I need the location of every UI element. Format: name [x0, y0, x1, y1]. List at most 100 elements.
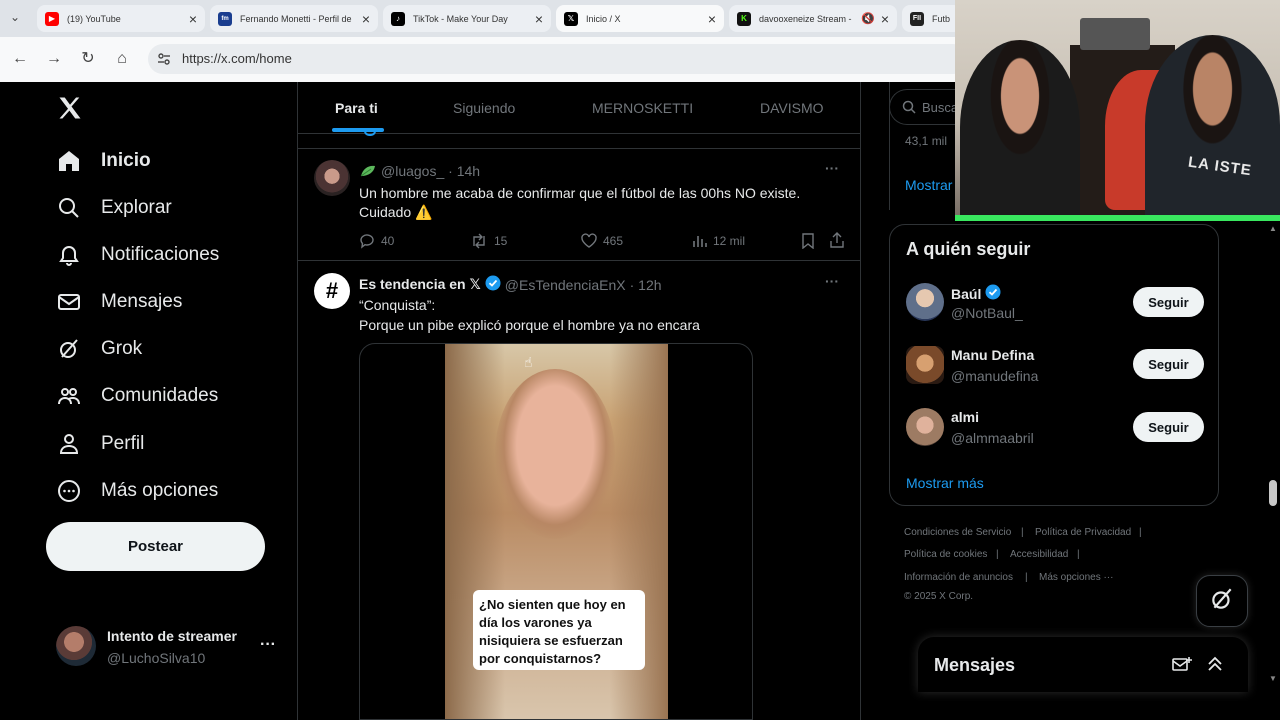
post-text: “Conquista”: Porque un pibe explicó porq… — [359, 295, 700, 335]
tab-davismo[interactable]: DAVISMO — [760, 100, 824, 116]
footer-separator: | — [1139, 527, 1142, 538]
close-tab-icon[interactable]: × — [708, 11, 716, 27]
browser-tab-fm[interactable]: fm Fernando Monetti - Perfil de × — [210, 5, 378, 32]
divider — [298, 148, 860, 149]
avatar[interactable] — [906, 408, 944, 446]
post-time[interactable]: · 12h — [630, 277, 662, 293]
show-more-link[interactable]: Mostrar más — [906, 475, 984, 491]
muted-speaker-icon[interactable]: 🔇 — [861, 12, 875, 25]
browser-tab-futbol[interactable]: FII Futb — [902, 5, 962, 32]
reload-icon[interactable]: ↻ — [78, 49, 98, 69]
sidebar-item-mas-opciones[interactable]: Más opciones — [56, 474, 218, 508]
suggested-user-name[interactable]: almi — [951, 409, 979, 425]
messages-drawer[interactable]: Mensajes — [918, 637, 1248, 692]
home-icon — [56, 148, 82, 174]
reply-button[interactable]: 40 — [359, 233, 394, 249]
browser-tab-kick[interactable]: K davooxeneize Stream - 🔇 × — [729, 5, 897, 32]
video-frame: ¿No sienten que hoy en día los varones y… — [445, 344, 668, 719]
share-icon[interactable] — [829, 232, 845, 253]
scroll-up-icon[interactable]: ▲ — [1269, 224, 1277, 233]
bookmark-icon[interactable] — [801, 233, 815, 254]
footer-separator: | — [1077, 549, 1080, 560]
account-more-icon[interactable]: ··· — [260, 636, 276, 654]
follow-button[interactable]: Seguir — [1133, 412, 1204, 442]
views-button[interactable]: 12 mil — [691, 233, 745, 249]
who-to-follow-card: A quién seguir Baúl @NotBaul_ Seguir Man… — [889, 224, 1219, 506]
close-tab-icon[interactable]: × — [535, 11, 543, 27]
tab-para-ti[interactable]: Para ti — [335, 100, 378, 116]
footer-link[interactable]: Política de Privacidad — [1035, 527, 1131, 538]
tiktok-icon: ♪ — [391, 11, 405, 26]
x-icon: 𝕏 — [564, 11, 578, 26]
grok-floating-button[interactable] — [1196, 575, 1248, 627]
avatar[interactable] — [906, 283, 944, 321]
x-logo-icon[interactable] — [56, 94, 84, 122]
scroll-down-icon[interactable]: ▼ — [1269, 674, 1277, 683]
url-text[interactable]: https://x.com/home — [182, 51, 292, 66]
post-author[interactable]: Es tendencia en 𝕏 — [359, 276, 481, 293]
post-handle[interactable]: @luagos_ — [381, 163, 444, 179]
close-tab-icon[interactable]: × — [362, 11, 370, 27]
post-more-icon[interactable]: ··· — [825, 160, 839, 176]
messages-title: Mensajes — [934, 655, 1016, 675]
post-button[interactable]: Postear — [46, 522, 265, 571]
post-header: @luagos_ · 14h — [381, 163, 480, 179]
browser-tab-x[interactable]: 𝕏 Inicio / X × — [556, 5, 724, 32]
footer-link[interactable]: Política de cookies — [904, 549, 987, 560]
sidebar-item-mensajes[interactable]: Mensajes — [56, 285, 182, 319]
sidebar-item-grok[interactable]: Grok — [56, 332, 142, 366]
repost-button[interactable]: 15 — [470, 233, 507, 249]
sidebar-item-comunidades[interactable]: Comunidades — [56, 379, 218, 413]
suggested-user-name[interactable]: Manu Defina — [951, 347, 1034, 363]
post-handle[interactable]: @EsTendenciaEnX — [505, 277, 626, 293]
post-more-icon[interactable]: ··· — [825, 273, 839, 289]
avatar[interactable]: # — [314, 273, 350, 309]
tab-siguiendo[interactable]: Siguiendo — [453, 100, 515, 116]
close-tab-icon[interactable]: × — [189, 11, 197, 27]
footer-link[interactable]: Más opciones ··· — [1039, 572, 1113, 583]
post-video[interactable]: ¿No sienten que hoy en día los varones y… — [359, 343, 753, 720]
home-browser-icon[interactable]: ⌂ — [112, 49, 132, 69]
sidebar-item-perfil[interactable]: Perfil — [56, 427, 144, 461]
sidebar-item-explorar[interactable]: Explorar — [56, 191, 172, 225]
scrollbar-thumb[interactable] — [1269, 480, 1277, 506]
person-left-shape — [960, 40, 1080, 215]
tab-mernosketti[interactable]: MERNOSKETTI — [592, 100, 693, 116]
footer-link[interactable]: Información de anuncios — [904, 572, 1013, 583]
forward-arrow-icon[interactable]: → — [44, 49, 64, 69]
sidebar-item-inicio[interactable]: Inicio — [56, 144, 151, 178]
video-caption: ¿No sienten que hoy en día los varones y… — [473, 590, 645, 670]
bell-icon — [56, 242, 82, 268]
browser-tab-tiktok[interactable]: ♪ TikTok - Make Your Day × — [383, 5, 551, 32]
suggested-user-handle: @manudefina — [951, 368, 1039, 384]
suggested-user-name[interactable]: Baúl — [951, 284, 1001, 303]
kick-icon: K — [737, 11, 751, 26]
close-tab-icon[interactable]: × — [881, 11, 889, 27]
post-time[interactable]: · 14h — [448, 163, 480, 179]
user-name: Baúl — [951, 285, 982, 302]
footer-link[interactable]: Accesibilidad — [1010, 549, 1068, 560]
avatar[interactable] — [314, 160, 350, 196]
hashtag-icon: # — [325, 278, 339, 303]
browser-tab-youtube[interactable]: ▶ (19) YouTube × — [37, 5, 205, 32]
account-switcher[interactable] — [56, 626, 96, 666]
person-right-shape — [1145, 35, 1280, 215]
reply-icon — [364, 132, 376, 136]
site-settings-icon[interactable] — [157, 52, 171, 66]
avatar[interactable] — [906, 346, 944, 384]
back-arrow-icon[interactable]: ← — [10, 49, 30, 69]
like-button[interactable]: 465 — [581, 233, 623, 249]
footer-link[interactable]: Condiciones de Servicio — [904, 527, 1011, 538]
post-text-line: Cuidado ⚠️ — [359, 204, 433, 220]
new-message-icon[interactable] — [1172, 656, 1192, 679]
page-scrollbar[interactable]: ▲ ▼ — [1266, 224, 1280, 688]
account-name: Intento de streamer — [107, 628, 237, 644]
footer-separator: | — [1025, 572, 1028, 583]
follow-button[interactable]: Seguir — [1133, 349, 1204, 379]
sidebar-item-notificaciones[interactable]: Notificaciones — [56, 238, 219, 272]
who-to-follow-title: A quién seguir — [906, 239, 1031, 259]
follow-button[interactable]: Seguir — [1133, 287, 1204, 317]
expand-chevron-icon[interactable] — [1206, 655, 1224, 678]
mail-icon — [56, 289, 82, 315]
tab-search-chevron-icon[interactable]: ⌄ — [10, 10, 20, 24]
